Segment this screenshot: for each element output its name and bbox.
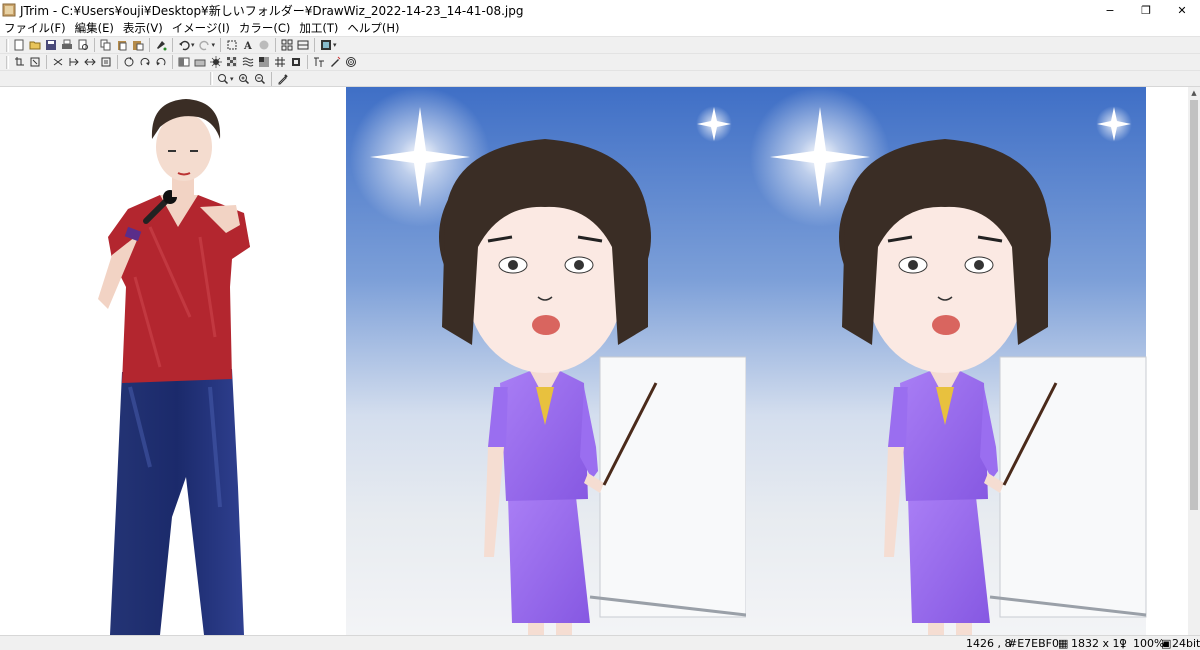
- redo-dropdown-icon[interactable]: ▾: [212, 41, 216, 49]
- vertical-scrollbar[interactable]: ▲: [1188, 87, 1200, 635]
- toolbar-separator: [220, 38, 222, 52]
- toolbar-separator: [172, 55, 173, 69]
- eyedropper-icon[interactable]: [276, 72, 289, 85]
- minimize-button[interactable]: −: [1092, 0, 1128, 20]
- toolbar-zoom: ▾: [0, 70, 1200, 87]
- gradation-icon[interactable]: [258, 56, 271, 69]
- zoom-out-icon[interactable]: [253, 72, 266, 85]
- scroll-up-icon[interactable]: ▲: [1188, 87, 1200, 99]
- view-mode-icon[interactable]: [320, 39, 333, 52]
- toolbar-separator: [94, 38, 95, 52]
- status-coords: 1426 , 8: [966, 637, 1012, 650]
- window-title: JTrim - C:¥Users¥ouji¥Desktop¥新しいフォルダー¥D…: [20, 3, 524, 18]
- flip-icon[interactable]: [29, 56, 42, 69]
- open-icon[interactable]: [29, 39, 42, 52]
- maximize-button[interactable]: ❐: [1128, 0, 1164, 20]
- app-icon: [2, 3, 16, 17]
- text-icon[interactable]: A: [242, 39, 255, 52]
- mirror-icon[interactable]: [52, 56, 65, 69]
- rotate-right-icon[interactable]: [123, 56, 136, 69]
- mosaic-icon[interactable]: [226, 56, 239, 69]
- grid-icon[interactable]: [281, 39, 294, 52]
- copy-icon[interactable]: [100, 39, 113, 52]
- blur-icon[interactable]: [290, 56, 303, 69]
- sharpen-icon[interactable]: [194, 56, 207, 69]
- title-bar: JTrim - C:¥Users¥ouji¥Desktop¥新しいフォルダー¥D…: [0, 0, 1200, 20]
- print-icon[interactable]: [61, 39, 74, 52]
- redo-icon[interactable]: [198, 39, 211, 52]
- print-preview-icon[interactable]: [77, 39, 90, 52]
- menu-edit[interactable]: 編集(E): [75, 20, 114, 36]
- color-tone-icon[interactable]: [313, 56, 326, 69]
- close-button[interactable]: ✕: [1164, 0, 1200, 20]
- toolbar-grip[interactable]: [6, 38, 9, 52]
- window-controls: − ❐ ✕: [1092, 0, 1200, 20]
- menu-color[interactable]: カラー(C): [239, 20, 291, 36]
- view-mode-dropdown-icon[interactable]: ▾: [333, 41, 337, 49]
- status-depth: 24bit: [1172, 637, 1200, 650]
- frame-icon[interactable]: [274, 56, 287, 69]
- new-icon[interactable]: [13, 39, 26, 52]
- zoom-status-icon: ⚲: [1119, 637, 1128, 650]
- singer-illustration: [98, 99, 250, 635]
- svg-text:A: A: [243, 41, 252, 51]
- border-icon[interactable]: [297, 39, 310, 52]
- menu-image[interactable]: イメージ(I): [172, 20, 230, 36]
- menu-process[interactable]: 加工(T): [299, 20, 338, 36]
- crop-icon[interactable]: [226, 39, 239, 52]
- contrast-icon[interactable]: [178, 56, 191, 69]
- paste-icon[interactable]: [116, 39, 129, 52]
- menu-help[interactable]: ヘルプ(H): [347, 20, 399, 36]
- toolbar-main: ▾ ▾ A ▾: [0, 36, 1200, 53]
- menu-file[interactable]: ファイル(F): [4, 20, 66, 36]
- toolbar-separator: [149, 38, 150, 52]
- toolbar-separator: [117, 55, 118, 69]
- trim-icon[interactable]: [84, 56, 97, 69]
- rotate-free-icon[interactable]: [139, 56, 152, 69]
- rotate-left-icon[interactable]: [100, 56, 113, 69]
- paint-icon[interactable]: [155, 39, 168, 52]
- toolbar-separator: [172, 38, 173, 52]
- status-zoom: 100%: [1133, 637, 1165, 650]
- toolbar-grip[interactable]: [6, 55, 9, 69]
- toolbar-separator: [314, 38, 316, 52]
- image-canvas[interactable]: [0, 87, 1188, 635]
- status-bar: 1426 , 8 #E7EBF0 ▦ 1832 x 11 ⚲ 100% ▣ 24…: [0, 635, 1200, 650]
- image-size-icon: ▦: [1058, 637, 1069, 650]
- scroll-thumb[interactable]: [1190, 100, 1198, 510]
- toolbar-separator: [307, 55, 308, 69]
- undo-dropdown-icon[interactable]: ▾: [191, 41, 195, 49]
- rotate-icon[interactable]: [13, 56, 26, 69]
- jtrim-window: JTrim - C:¥Users¥ouji¥Desktop¥新しいフォルダー¥D…: [0, 0, 1200, 650]
- resize-icon[interactable]: [68, 56, 81, 69]
- zoom-dropdown-icon[interactable]: ▾: [230, 75, 234, 83]
- swirl-icon[interactable]: [345, 56, 358, 69]
- depth-icon: ▣: [1161, 637, 1172, 650]
- emboss-icon[interactable]: [242, 56, 255, 69]
- toolbar-grip[interactable]: [210, 72, 213, 85]
- menu-view[interactable]: 表示(V): [123, 20, 163, 36]
- brightness-icon[interactable]: [155, 56, 168, 69]
- circle-icon[interactable]: [258, 39, 271, 52]
- zoom-in-icon[interactable]: [237, 72, 250, 85]
- status-color: #E7EBF0: [1008, 637, 1059, 650]
- spiral-icon[interactable]: [329, 56, 342, 69]
- toolbar-process: [0, 53, 1200, 70]
- toolbar-separator: [46, 55, 47, 69]
- noise-icon[interactable]: [210, 56, 223, 69]
- toolbar-separator: [275, 38, 277, 52]
- toolbar-separator: [270, 71, 272, 86]
- undo-icon[interactable]: [178, 39, 191, 52]
- composite-image: [98, 87, 1147, 635]
- paste-new-icon[interactable]: [132, 39, 145, 52]
- zoom-menu-icon[interactable]: [217, 72, 230, 85]
- save-icon[interactable]: [45, 39, 58, 52]
- menu-bar: ファイル(F) 編集(E) 表示(V) イメージ(I) カラー(C) 加工(T)…: [0, 20, 1200, 36]
